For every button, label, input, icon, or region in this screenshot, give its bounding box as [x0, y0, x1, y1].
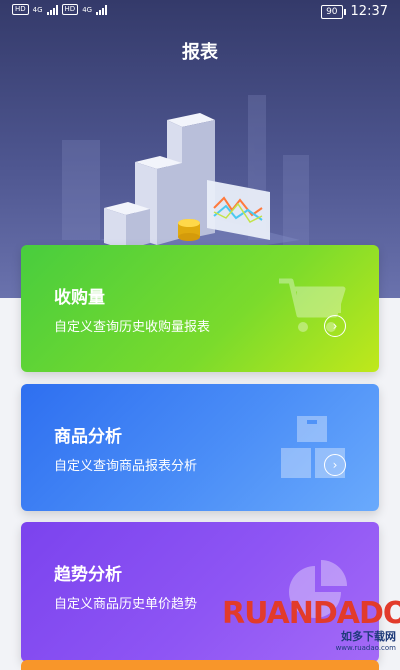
watermark-logo: RUANDADO 如多下载网 www.ruadao.com [222, 590, 400, 666]
status-bar: HD 4G HD 4G 90 12:37 [0, 0, 400, 26]
sim1-hd-tag: HD [12, 4, 29, 15]
chevron-right-icon[interactable]: › [324, 315, 346, 337]
signal-icon [96, 4, 108, 15]
page-title: 报表 [182, 42, 218, 63]
watermark-url: www.ruadao.com [335, 644, 396, 652]
card-title: 商品分析 [54, 427, 122, 447]
header-illustration [62, 95, 309, 250]
network-2-label: 4G [82, 5, 93, 14]
watermark-site-name: 如多下载网 [341, 630, 396, 643]
card-title: 收购量 [54, 288, 105, 308]
sim2-hd-tag: HD [61, 4, 79, 15]
battery-icon: 90 [321, 4, 347, 19]
card-title: 趋势分析 [54, 565, 122, 585]
product-analysis-card[interactable]: 商品分析 自定义查询商品报表分析 › [21, 384, 379, 511]
chevron-right-icon[interactable]: › [324, 454, 346, 476]
status-right: 90 12:37 [321, 4, 388, 19]
clock: 12:37 [350, 4, 388, 19]
card-subtitle: 自定义查询历史收购量报表 [54, 320, 211, 335]
status-left: HD 4G HD 4G [12, 4, 108, 15]
watermark-brand: RUANDADO [222, 596, 400, 631]
signal-icon [46, 4, 58, 15]
purchase-volume-card[interactable]: 收购量 自定义查询历史收购量报表 › [21, 245, 379, 372]
card-subtitle: 自定义商品历史单价趋势 [54, 597, 198, 612]
network-1-label: 4G [32, 5, 43, 14]
card-subtitle: 自定义查询商品报表分析 [54, 459, 198, 474]
